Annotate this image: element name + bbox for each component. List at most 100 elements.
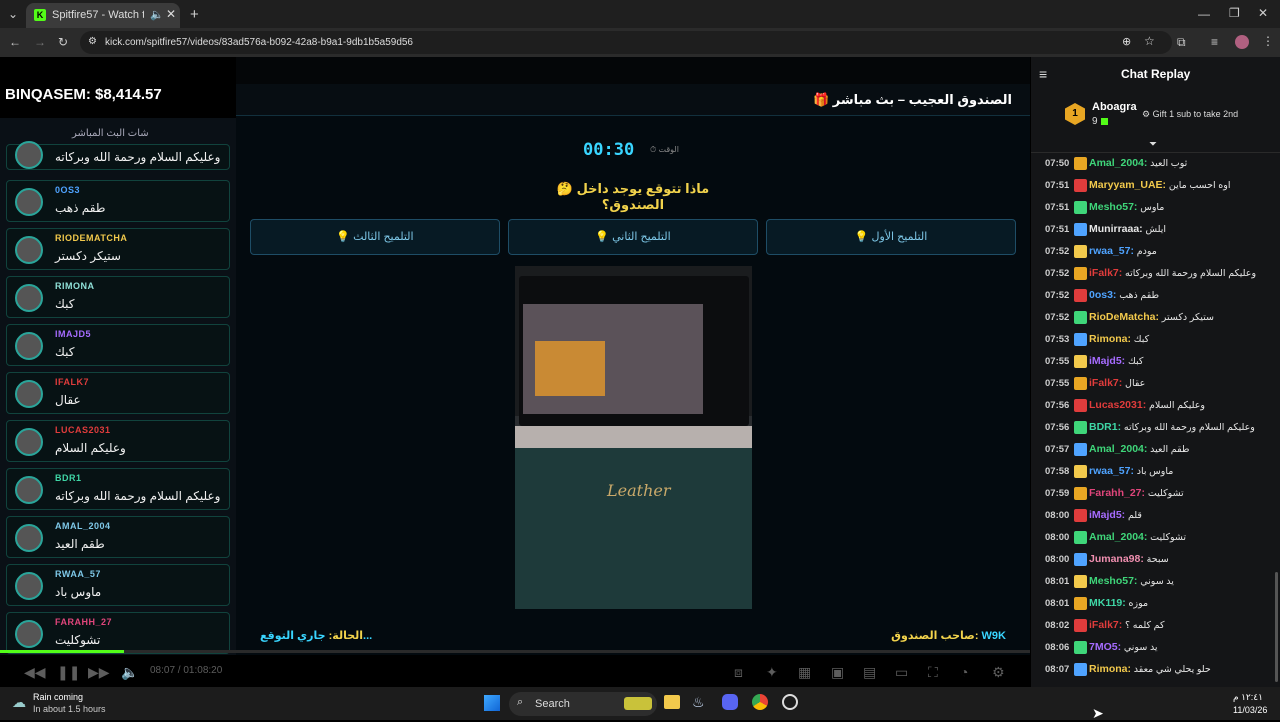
message-username[interactable]: iMajd5:: [1089, 355, 1125, 367]
chat-replay-line[interactable]: 08:01 Mesho57: يد سوني: [1045, 573, 1277, 593]
message-username[interactable]: Rimona:: [1089, 663, 1131, 675]
chat-replay-line[interactable]: 07:51 Mesho57: ماوس: [1045, 199, 1277, 219]
back-arrow-icon[interactable]: ←: [9, 36, 21, 48]
file-explorer-icon[interactable]: [664, 695, 680, 709]
rewind-icon[interactable]: ◀◀: [24, 664, 46, 681]
filter-icon[interactable]: ⏷: [1149, 139, 1157, 150]
theater-icon[interactable]: ▤: [863, 664, 876, 681]
windows-start-icon[interactable]: [484, 695, 500, 711]
collapse-chat-icon[interactable]: ≡: [1039, 66, 1047, 82]
progress-track[interactable]: [0, 650, 1030, 653]
cast-icon[interactable]: ▭: [895, 664, 908, 681]
chat-replay-line[interactable]: 07:53 Rimona: كبك: [1045, 331, 1277, 351]
forward-arrow-icon[interactable]: →: [34, 36, 46, 48]
message-username[interactable]: 7MO5:: [1089, 641, 1121, 653]
chat-replay-line[interactable]: 07:52 0os3: طقم ذهب: [1045, 287, 1277, 307]
chat-replay-line[interactable]: 07:57 Amal_2004: طقم العيد: [1045, 441, 1277, 461]
message-username[interactable]: rwaa_57:: [1089, 465, 1134, 477]
message-username[interactable]: iFalk7:: [1089, 619, 1122, 631]
message-username[interactable]: Jumana98:: [1089, 553, 1144, 565]
site-info-icon[interactable]: ⚙: [88, 36, 97, 47]
volume-icon[interactable]: 🔈: [121, 664, 138, 681]
chat-replay-line[interactable]: 07:59 Farahh_27: تشوكليت: [1045, 485, 1277, 505]
chrome-icon[interactable]: [752, 694, 768, 710]
discord-icon[interactable]: [722, 694, 738, 710]
chat-replay-line[interactable]: 07:52 iFalk7: وعليكم السلام ورحمة الله وب…: [1045, 265, 1277, 285]
forward-icon[interactable]: ▶▶: [88, 664, 110, 681]
url-field[interactable]: ⚙ kick.com/spitfire57/videos/83ad576a-b0…: [80, 31, 1172, 54]
chat-replay-line[interactable]: 08:06 7MO5: يد سوني: [1045, 639, 1277, 659]
message-username[interactable]: Farahh_27:: [1089, 487, 1145, 499]
browser-menu-icon[interactable]: ⋮: [1262, 35, 1274, 47]
browser-tab-active[interactable]: K Spitfire57 - Watch the VOD 🔈 ✕: [26, 3, 180, 28]
message-timestamp: 08:00: [1045, 554, 1070, 565]
chat-replay-line[interactable]: 08:02 iFalk7: كم كلمه ؟: [1045, 617, 1277, 637]
message-username[interactable]: Amal_2004:: [1089, 531, 1147, 543]
gift-sub-prompt[interactable]: ⚙ Gift 1 sub to take 2nd: [1142, 109, 1238, 120]
message-username[interactable]: rwaa_57:: [1089, 245, 1134, 257]
taskbar-date[interactable]: 11/03/26: [1233, 705, 1267, 715]
sparkle-icon[interactable]: ✦: [766, 664, 778, 681]
weather-title[interactable]: Rain coming: [33, 692, 83, 702]
extensions-icon[interactable]: ⧉: [1177, 36, 1186, 48]
chat-replay-line[interactable]: 08:07 Rimona: حلو يحلي شي معقد: [1045, 661, 1277, 681]
chat-replay-line[interactable]: 07:55 iFalk7: عقال: [1045, 375, 1277, 395]
chat-replay-line[interactable]: 07:50 Amal_2004: ثوب العيد: [1045, 155, 1277, 175]
chat-replay-line[interactable]: 07:56 Lucas2031: وعليكم السلام: [1045, 397, 1277, 417]
chat-replay-line[interactable]: 07:55 iMajd5: كبك: [1045, 353, 1277, 373]
message-username[interactable]: Amal_2004:: [1089, 157, 1147, 169]
top-donor: BINQASEM: $8,414.57: [5, 86, 162, 103]
maximize-button[interactable]: ❐: [1229, 7, 1240, 19]
chat-replay-line[interactable]: 07:52 rwaa_57: مودم: [1045, 243, 1277, 263]
divider: [1031, 152, 1280, 153]
chat-replay-line[interactable]: 08:00 iMajd5: قلم: [1045, 507, 1277, 527]
app-icon[interactable]: [782, 694, 798, 710]
taskbar-search[interactable]: ⌕ Search: [509, 692, 657, 716]
message-username[interactable]: Munirraaa:: [1089, 223, 1143, 235]
media-controls-icon[interactable]: ≡: [1211, 36, 1218, 48]
pip-icon[interactable]: ▣: [831, 664, 844, 681]
bookmark-star-icon[interactable]: ☆: [1144, 34, 1155, 48]
new-tab-button[interactable]: +: [190, 7, 199, 22]
chat-replay-line[interactable]: 07:58 rwaa_57: ماوس باد: [1045, 463, 1277, 483]
tab-search-icon[interactable]: ⌄: [8, 8, 18, 20]
message-username[interactable]: MK119:: [1089, 597, 1126, 609]
clip-icon[interactable]: ⧈: [734, 664, 743, 681]
message-username[interactable]: 0os3:: [1089, 289, 1116, 301]
chat-replay-line[interactable]: 08:01 MK119: موزه: [1045, 595, 1277, 615]
message-username[interactable]: BDR1:: [1089, 421, 1121, 433]
badge-icons: iMajd5: قلم: [1074, 509, 1142, 522]
message-username[interactable]: Mesho57:: [1089, 575, 1137, 587]
minimize-button[interactable]: —: [1198, 8, 1210, 20]
stats-icon[interactable]: ▦: [798, 664, 811, 681]
chat-replay-line[interactable]: 07:52 RioDeMatcha: ستيكر دكستر: [1045, 309, 1277, 329]
message-username[interactable]: RioDeMatcha:: [1089, 311, 1159, 323]
message-username[interactable]: Lucas2031:: [1089, 399, 1146, 411]
close-window-button[interactable]: ✕: [1258, 7, 1268, 19]
chat-replay-line[interactable]: 08:00 Amal_2004: تشوكليت: [1045, 529, 1277, 549]
fullscreen-icon[interactable]: ⛶: [928, 664, 938, 681]
settings-gear-icon[interactable]: ⚙: [992, 664, 1005, 681]
message-username[interactable]: Maryyam_UAE:: [1089, 179, 1166, 191]
chat-replay-line[interactable]: 07:51 Maryyam_UAE: اوه احسب ماين: [1045, 177, 1277, 197]
message-username[interactable]: iFalk7:: [1089, 267, 1122, 279]
message-username[interactable]: Mesho57:: [1089, 201, 1137, 213]
message-username[interactable]: Amal_2004:: [1089, 443, 1147, 455]
chat-replay-line[interactable]: 08:00 Jumana98: سبحة: [1045, 551, 1277, 571]
close-tab-icon[interactable]: ✕: [166, 7, 176, 21]
message-username[interactable]: iMajd5:: [1089, 509, 1125, 521]
speaker-icon[interactable]: 🔈: [150, 8, 164, 21]
zoom-icon[interactable]: ⊕: [1122, 35, 1131, 48]
chat-replay-line[interactable]: 07:56 BDR1: وعليكم السلام ورحمة الله وبرك…: [1045, 419, 1277, 439]
speed-icon[interactable]: ◔: [960, 664, 968, 680]
profile-avatar[interactable]: [1235, 35, 1249, 49]
steam-icon[interactable]: ♨: [692, 694, 705, 711]
chat-scrollbar[interactable]: [1275, 572, 1278, 682]
reload-icon[interactable]: ↻: [58, 36, 68, 48]
pause-icon[interactable]: ❚❚: [57, 664, 80, 681]
chat-replay-line[interactable]: 07:51 Munirraaa: ايلش: [1045, 221, 1277, 241]
message-username[interactable]: Rimona:: [1089, 333, 1131, 345]
weather-cloud-icon[interactable]: ☁: [12, 694, 26, 711]
message-username[interactable]: iFalk7:: [1089, 377, 1122, 389]
taskbar-time[interactable]: ١٢:٤١ م: [1233, 692, 1263, 703]
